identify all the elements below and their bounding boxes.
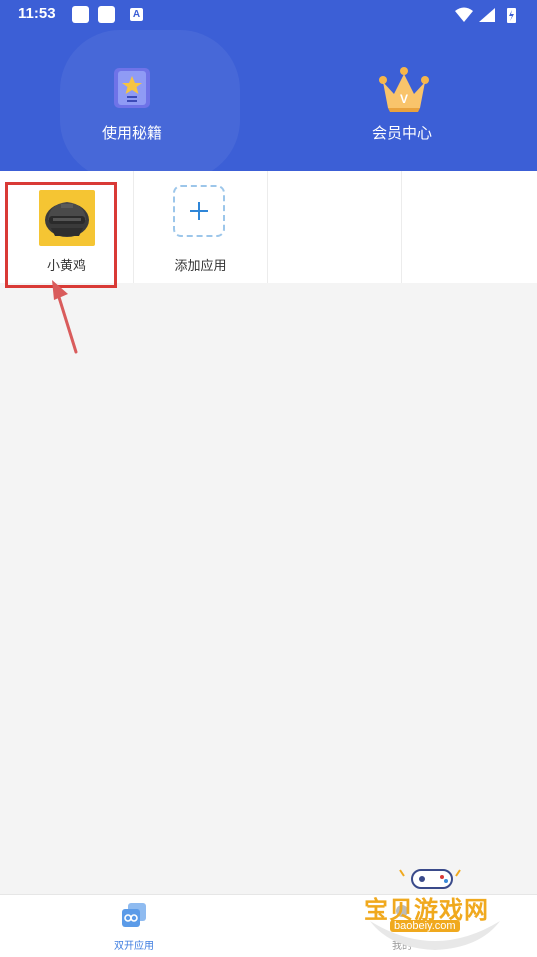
tips-button[interactable]: 使用秘籍 bbox=[62, 66, 202, 143]
top-header: 11:53 A 使用秘籍 V 会员中心 bbox=[0, 0, 537, 171]
empty-tile bbox=[268, 171, 402, 283]
notification-icon bbox=[98, 6, 115, 23]
notification-letter-icon: A bbox=[130, 8, 143, 21]
watermark: 宝贝游戏网 baobeiy.com bbox=[360, 866, 510, 951]
dual-app-icon bbox=[122, 903, 146, 927]
watermark-url: baobeiy.com bbox=[390, 920, 460, 932]
notification-icon bbox=[72, 6, 89, 23]
plus-icon bbox=[173, 185, 225, 237]
status-right-icons bbox=[455, 7, 516, 23]
tips-label: 使用秘籍 bbox=[101, 124, 162, 142]
book-star-icon bbox=[108, 66, 156, 114]
status-time: 11:53 bbox=[18, 5, 56, 22]
nav-dual-app[interactable]: 双开应用 bbox=[84, 901, 184, 952]
crown-icon: V bbox=[378, 66, 429, 114]
add-app-label: 添加应用 bbox=[174, 259, 227, 274]
vip-center-label: 会员中心 bbox=[371, 124, 432, 142]
status-bar: 11:53 A bbox=[0, 0, 537, 30]
svg-text:V: V bbox=[400, 92, 408, 106]
nav-dual-app-label: 双开应用 bbox=[114, 941, 154, 952]
vip-center-button[interactable]: V 会员中心 bbox=[332, 66, 472, 143]
empty-tile bbox=[402, 171, 536, 283]
signal-icon bbox=[479, 8, 495, 22]
wifi-icon bbox=[455, 7, 473, 22]
highlight-box bbox=[5, 182, 117, 288]
add-app-tile[interactable]: 添加应用 bbox=[134, 171, 268, 283]
annotation-arrow-icon bbox=[52, 280, 78, 354]
